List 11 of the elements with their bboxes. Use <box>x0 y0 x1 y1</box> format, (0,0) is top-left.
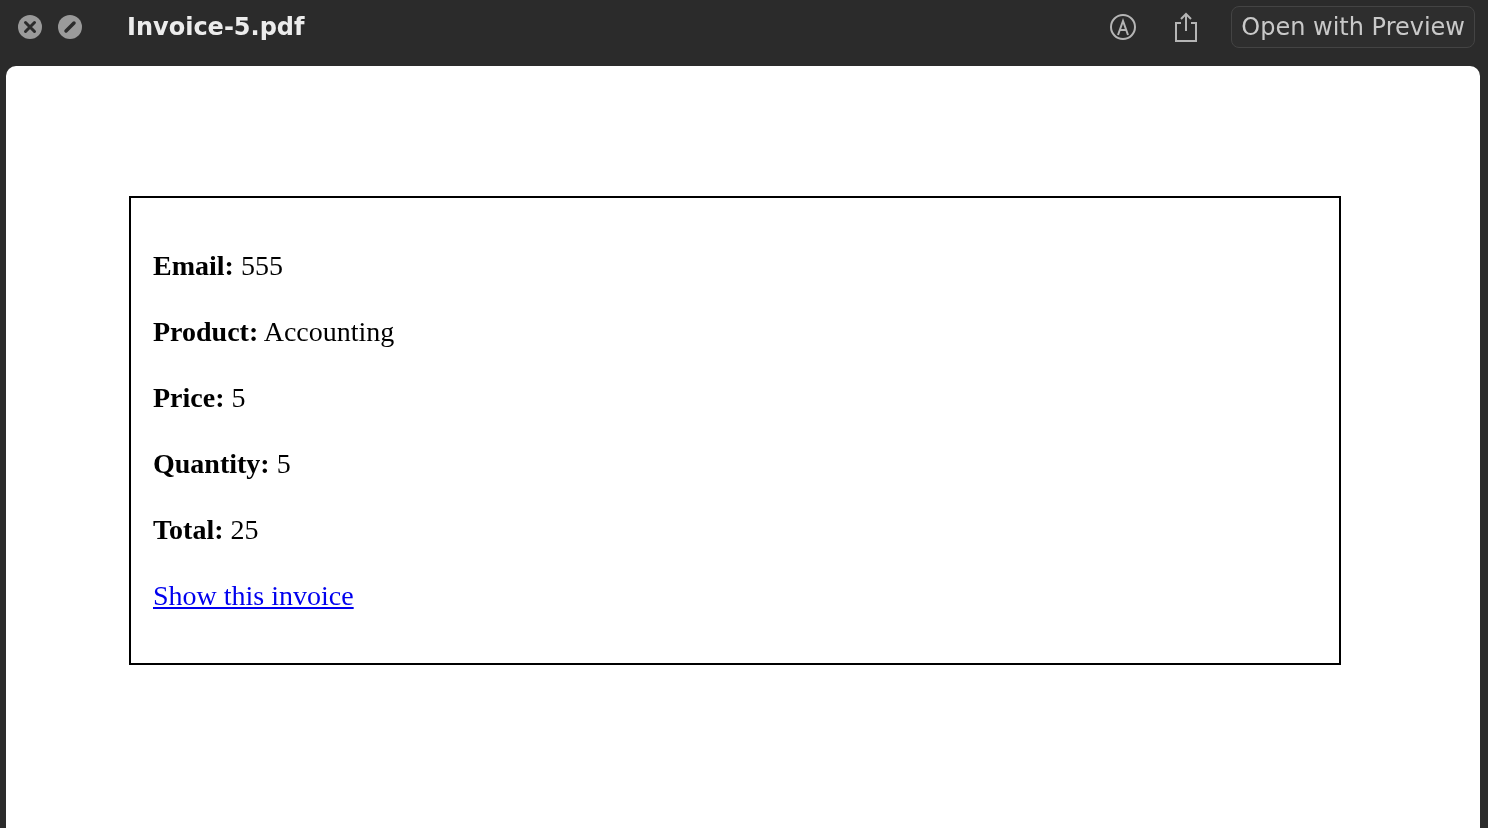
show-invoice-link[interactable]: Show this invoice <box>153 582 354 610</box>
markup-icon[interactable] <box>1109 13 1138 41</box>
close-icon[interactable] <box>17 14 43 40</box>
invoice-field: Email: 555 <box>153 252 1317 280</box>
invoice-field: Total: 25 <box>153 516 1317 544</box>
invoice-field: Quantity: 5 <box>153 450 1317 478</box>
invoice-field: Price: 5 <box>153 384 1317 412</box>
share-icon[interactable] <box>1173 11 1200 43</box>
invoice-field: Product: Accounting <box>153 318 1317 346</box>
open-with-preview-button[interactable]: Open with Preview <box>1231 6 1475 48</box>
window-title: Invoice-5.pdf <box>127 13 305 41</box>
